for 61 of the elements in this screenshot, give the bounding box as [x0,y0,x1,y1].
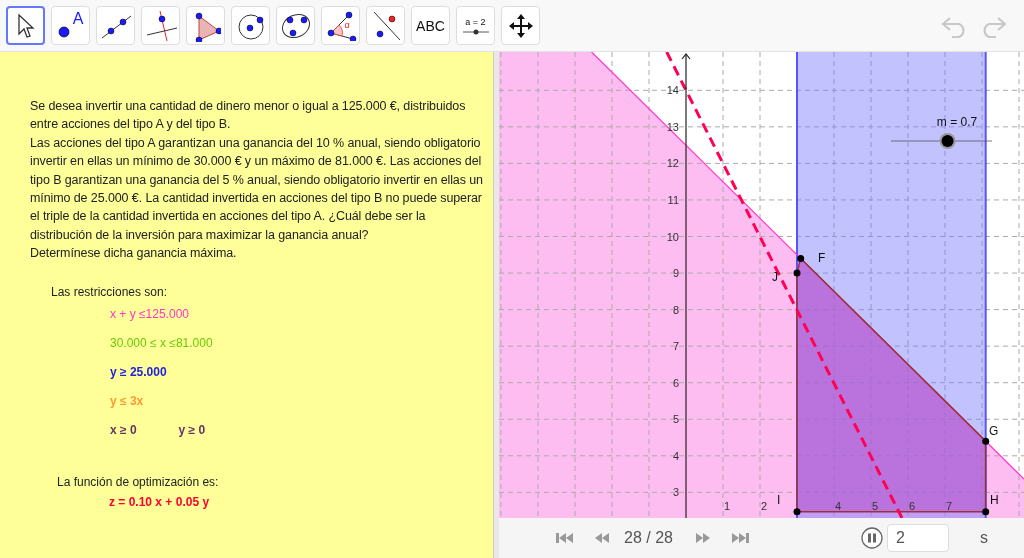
constraint-text: x ≥ 0 [110,421,137,439]
tool-button[interactable] [6,6,45,45]
y-tick-label: 3 [672,486,679,499]
next-frame-icon[interactable] [694,532,711,544]
x-tick-label: 2 [760,500,768,512]
constraint-text: y ≥ 25.000 [110,363,167,381]
constraints-heading: Las restricciones son: [51,283,169,301]
point[interactable] [982,437,990,445]
y-tick-label: 11 [667,193,679,206]
x-tick-label: 1 [723,500,731,512]
point-label: G [989,424,999,438]
point-label: H [990,493,999,507]
tool-button[interactable]: A [51,6,90,45]
slider-track[interactable] [890,133,993,149]
y-tick-label: 7 [672,340,679,353]
point[interactable] [982,508,990,516]
x-tick-label: 7 [945,500,953,512]
previous-frame-icon[interactable] [594,532,610,544]
move-arrows-icon [507,12,534,39]
pause-icon[interactable] [860,527,883,549]
point[interactable] [797,254,805,262]
y-tick-label: 6 [672,376,679,389]
x-tick-label: 6 [908,500,916,512]
y-tick-label: 5 [672,413,679,426]
x-tick-label: 5 [871,500,879,512]
speed-unit: s [979,529,988,547]
slider-knob[interactable] [939,133,956,149]
problem-text: Las acciones del tipo A garantizan una ganancia del 10 % anual, siendo obligatorio invertir en ellas un mínimo de 30.000 € y un máximo de 81.000 €. Las acciones del tipo B garantizan una ganancia del 5 % anual, siendo obligatorio invertir en ellas un mínimo de 25.000 €. La cantidad invertida en acciones del tipo B no puede superar el triple de la cantidad invertida en acciones del tipo A. ¿Cuál debe ser la distribución de la inversión para maximizar la ganancia anual? [30,134,484,244]
point[interactable] [793,508,801,516]
point[interactable] [793,269,801,277]
angle-icon [324,10,357,41]
slider-icon [462,28,489,35]
slider-label: m = 0.7 [936,115,978,129]
last-frame-icon[interactable] [730,532,749,544]
tool-button[interactable]: ABC [411,6,450,45]
point-icon [57,25,70,38]
graph-canvas[interactable]: 14 13 12 11 10 9 8 7 6 5 4 3 1 2 4 5 6 7 F J G I H m = 0.7 [499,52,1024,518]
y-tick-label: 8 [672,303,679,316]
frame-counter: 28 / 28 [624,529,673,547]
y-tick-label: 14 [666,84,679,97]
problem-text: Determínese dicha ganancia máxima. [30,245,238,263]
y-tick-label: 10 [666,230,679,243]
point-label: J [772,270,778,284]
constraint-text: y ≤ 3x [110,392,144,410]
y-tick-label: 12 [666,157,679,170]
first-frame-icon[interactable] [556,532,574,544]
constraint-text: 30.000 ≤ x ≤81.000 [110,334,213,352]
constraint-text: x + y ≤125.000 [110,305,189,323]
objective-heading: La función de optimización es: [57,473,220,491]
y-tick-label: 13 [666,120,679,133]
point-label: I [777,493,781,507]
y-tick-label: 9 [672,267,679,280]
objective-function: z = 0.10 x + 0.05 y [109,493,211,511]
constraint-text: y ≥ 0 [178,421,206,439]
speed-field[interactable]: 2 [886,524,949,552]
point-label: F [818,251,826,265]
x-tick-label: 4 [834,500,842,512]
y-tick-label: 4 [672,449,679,462]
problem-text: Se desea invertir una cantidad de dinero menor o igual a 125.000 €, distribuidos entre acciones del tipo A y del tipo B. [30,98,467,134]
tool-button[interactable]: a = 2 [456,6,495,45]
tool-button[interactable]: α [321,6,360,45]
